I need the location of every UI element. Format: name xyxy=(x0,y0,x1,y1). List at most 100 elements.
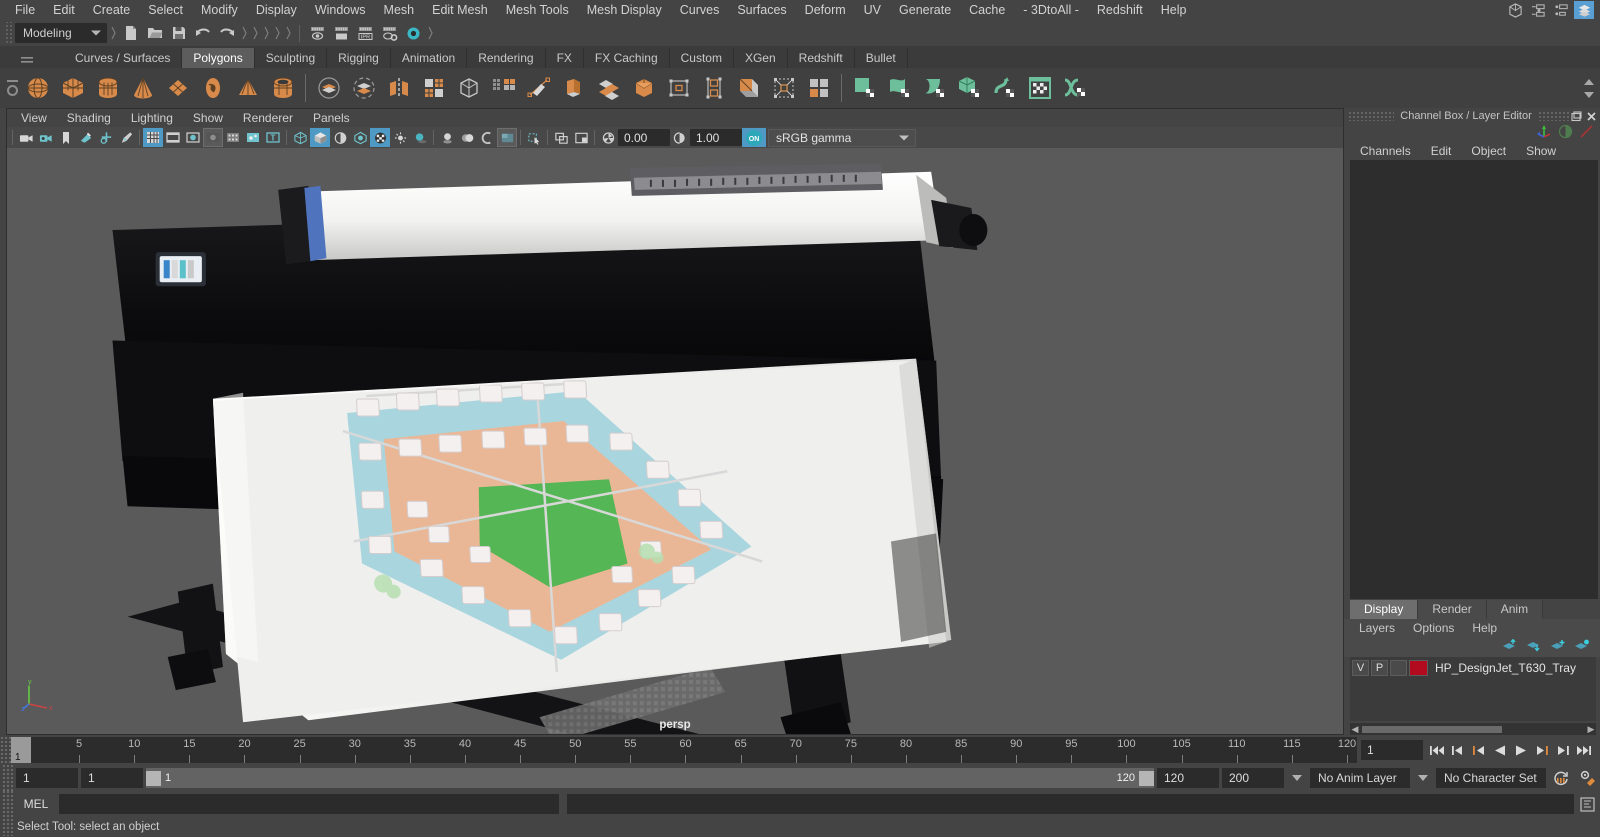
go-to-end-icon[interactable] xyxy=(1574,739,1594,761)
anim-end-time-field[interactable]: 200 xyxy=(1222,768,1284,788)
smooth-icon[interactable] xyxy=(416,70,451,106)
menu-item-help[interactable]: Help xyxy=(1152,0,1196,20)
texture-borders-icon[interactable]: T xyxy=(263,128,283,147)
redo-icon[interactable] xyxy=(216,22,238,44)
use-lights-icon[interactable] xyxy=(390,128,410,147)
menu-item-3dtoall[interactable]: - 3DtoAll - xyxy=(1014,0,1088,20)
ao-icon[interactable] xyxy=(437,128,457,147)
shelf-tab-rendering[interactable]: Rendering xyxy=(467,48,546,68)
camera-attr-icon[interactable] xyxy=(36,128,56,147)
viewport-menu-view[interactable]: View xyxy=(11,109,57,127)
menu-item-deform[interactable]: Deform xyxy=(796,0,855,20)
step-forward-frame-icon[interactable] xyxy=(1532,739,1552,761)
ipr-render-icon[interactable]: IPR xyxy=(354,22,376,44)
channel-box-list[interactable] xyxy=(1350,160,1598,599)
render-view-icon[interactable] xyxy=(306,22,328,44)
viewport-menu-lighting[interactable]: Lighting xyxy=(121,109,183,127)
anim-layer-selector[interactable]: No Anim Layer xyxy=(1310,768,1410,788)
menu-item-surfaces[interactable]: Surfaces xyxy=(728,0,795,20)
layer-menu-options[interactable]: Options xyxy=(1404,621,1463,635)
channelbox-menu-edit[interactable]: Edit xyxy=(1421,144,1462,158)
range-slider-bar[interactable]: 1 120 xyxy=(146,768,1154,788)
shelf-tab-redshift[interactable]: Redshift xyxy=(787,48,855,68)
uv-checker-icon[interactable] xyxy=(1022,70,1057,106)
channelbox-menu-object[interactable]: Object xyxy=(1461,144,1516,158)
poly-torus-icon[interactable] xyxy=(195,70,230,106)
poly-pipe-icon[interactable] xyxy=(265,70,300,106)
statusline-grip[interactable] xyxy=(4,22,13,44)
viewport-fx-icon[interactable] xyxy=(497,128,517,147)
image-plane-icon[interactable] xyxy=(76,128,96,147)
connect-icon[interactable] xyxy=(766,70,801,106)
poly-pyramid-icon[interactable] xyxy=(230,70,265,106)
poly-sphere-icon[interactable] xyxy=(20,70,55,106)
uv-unfold-icon[interactable] xyxy=(987,70,1022,106)
close-icon[interactable] xyxy=(1585,110,1598,123)
xray-icon[interactable] xyxy=(223,128,243,147)
new-layer-from-selection-icon[interactable] xyxy=(1574,639,1590,655)
menu-item-curves[interactable]: Curves xyxy=(671,0,729,20)
xray-joints-icon[interactable] xyxy=(243,128,263,147)
shelf-tab-fx[interactable]: FX xyxy=(545,48,584,68)
current-time-indicator[interactable]: 1 xyxy=(11,737,31,763)
auto-keyframe-icon[interactable] xyxy=(1549,770,1573,786)
menu-item-windows[interactable]: Windows xyxy=(306,0,375,20)
modeling-toolkit-icon[interactable] xyxy=(1505,1,1525,19)
menu-item-modify[interactable]: Modify xyxy=(192,0,247,20)
menu-item-mesh-display[interactable]: Mesh Display xyxy=(578,0,671,20)
panel-layout-icon[interactable] xyxy=(571,128,591,147)
menu-item-cache[interactable]: Cache xyxy=(960,0,1014,20)
shelf-tab-sculpting[interactable]: Sculpting xyxy=(254,48,328,68)
camera-icon[interactable] xyxy=(16,128,36,147)
range-right-handle[interactable] xyxy=(1139,770,1154,786)
time-slider-grip[interactable] xyxy=(0,736,11,764)
display-layer-list[interactable]: V P HP_DesignJet_T630_Tray xyxy=(1350,657,1596,721)
uv-cylindrical-icon[interactable] xyxy=(917,70,952,106)
uv-automatic-icon[interactable] xyxy=(952,70,987,106)
poly-plane-icon[interactable] xyxy=(160,70,195,106)
current-frame-field[interactable]: 1 xyxy=(1361,740,1423,760)
viewport-menu-renderer[interactable]: Renderer xyxy=(233,109,303,127)
bevel-icon[interactable] xyxy=(591,70,626,106)
play-forwards-icon[interactable] xyxy=(1511,739,1531,761)
separate-icon[interactable] xyxy=(346,70,381,106)
shelf-tab-curves-surfaces[interactable]: Curves / Surfaces xyxy=(64,48,183,68)
menu-item-uv[interactable]: UV xyxy=(855,0,890,20)
range-slider-grip[interactable] xyxy=(2,764,13,792)
uv-planar-icon[interactable] xyxy=(882,70,917,106)
merge-icon[interactable] xyxy=(661,70,696,106)
viewport-menu-panels[interactable]: Panels xyxy=(303,109,360,127)
mel-command-input[interactable] xyxy=(59,794,559,814)
shelf-tab-grip[interactable] xyxy=(20,49,34,71)
mel-output-field[interactable] xyxy=(567,794,1574,814)
shelf-options-grip[interactable] xyxy=(4,69,20,107)
render-region-icon[interactable] xyxy=(330,22,352,44)
aa-icon[interactable] xyxy=(477,128,497,147)
render-settings-icon[interactable] xyxy=(378,22,400,44)
layer-visibility-toggle[interactable]: V xyxy=(1352,660,1369,676)
xray-display-icon[interactable] xyxy=(551,128,571,147)
shelf-tab-animation[interactable]: Animation xyxy=(390,48,468,68)
uv-cut-icon[interactable] xyxy=(1057,70,1092,106)
table-row[interactable]: V P HP_DesignJet_T630_Tray xyxy=(1350,659,1596,677)
move-axis-icon[interactable] xyxy=(1537,124,1552,142)
undo-icon[interactable] xyxy=(192,22,214,44)
flat-shade-icon[interactable] xyxy=(350,128,370,147)
viewport-menu-shading[interactable]: Shading xyxy=(57,109,121,127)
color-transform-selector[interactable]: sRGB gamma xyxy=(768,128,916,147)
undock-icon[interactable] xyxy=(1570,110,1583,123)
menu-item-edit-mesh[interactable]: Edit Mesh xyxy=(423,0,497,20)
uv-editor-icon[interactable] xyxy=(847,70,882,106)
animation-preferences-icon[interactable] xyxy=(1576,770,1600,786)
append-polygon-icon[interactable] xyxy=(696,70,731,106)
layer-name[interactable]: HP_DesignJet_T630_Tray xyxy=(1430,661,1576,675)
channelbox-menu-show[interactable]: Show xyxy=(1516,144,1566,158)
time-slider-ticks[interactable]: 5 10 15 20 25 30 35 40 45 50 55 60 65 70 75 80 85 90 95 100… xyxy=(31,737,1357,763)
command-line-grip[interactable] xyxy=(2,790,13,818)
gate-mask-icon[interactable] xyxy=(203,128,223,147)
shelf-tab-fx-caching[interactable]: FX Caching xyxy=(583,48,670,68)
menu-item-create[interactable]: Create xyxy=(84,0,140,20)
step-back-frame-icon[interactable] xyxy=(1469,739,1489,761)
viewport-3d-canvas[interactable]: y x z persp xyxy=(7,148,1343,734)
layer-list-scrollbar[interactable]: ◀ ▶ xyxy=(1350,723,1596,735)
